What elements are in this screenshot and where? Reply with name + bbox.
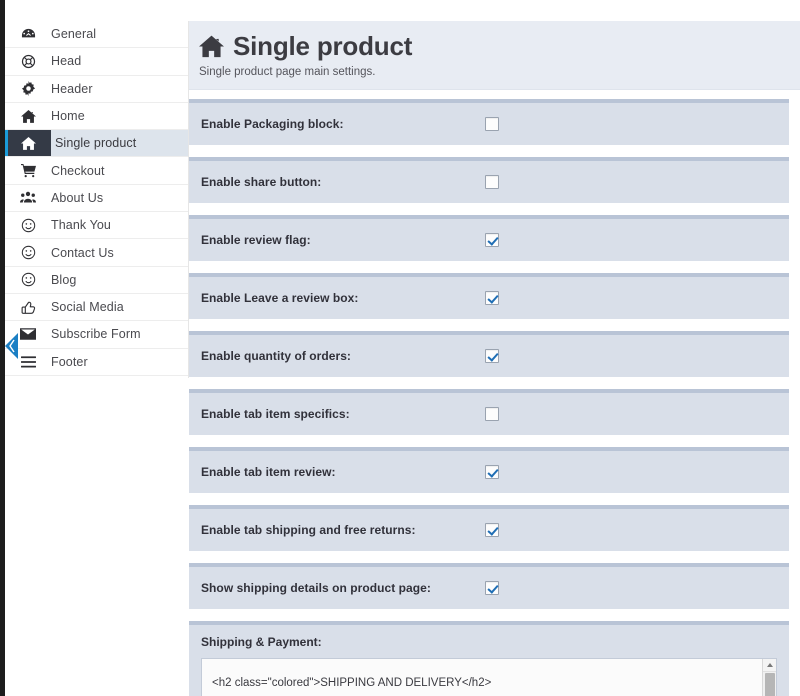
setting-row-review-flag: Enable review flag: [189,215,789,261]
setting-row-tab-item-review: Enable tab item review: [189,447,789,493]
setting-control [485,175,499,189]
setting-control [485,117,499,131]
setting-row-show-shipping-details: Show shipping details on product page: [189,563,789,609]
cart-icon [5,157,51,183]
sidebar-item-social-media[interactable]: Social Media [5,294,188,321]
sidebar-item-blog[interactable]: Blog [5,267,188,294]
page-subtitle: Single product page main settings. [199,66,800,78]
enable-packaging-block-checkbox[interactable] [485,117,499,131]
sidebar-item-general[interactable]: General [5,21,188,48]
page-title-text: Single product [233,33,412,59]
home-icon [5,130,51,156]
enable-share-button-checkbox[interactable] [485,175,499,189]
sidebar-item-thank-you[interactable]: Thank You [5,212,188,239]
home-icon [5,103,51,129]
sidebar-item-contact-us[interactable]: Contact Us [5,239,188,266]
setting-label: Enable quantity of orders: [189,349,485,363]
page-header: Single product Single product page main … [189,21,800,90]
sidebar: General Head Header [5,21,189,378]
setting-label: Enable review flag: [189,233,485,247]
enable-review-flag-checkbox[interactable] [485,233,499,247]
sidebar-item-label: Single product [51,136,136,150]
sidebar-item-head[interactable]: Head [5,48,188,75]
sidebar-item-header[interactable]: Header [5,76,188,103]
enable-tab-shipping-and-free-returns-checkbox[interactable] [485,523,499,537]
setting-row-tab-item-specifics: Enable tab item specifics: [189,389,789,435]
sidebar-item-label: Subscribe Form [51,327,141,341]
gear-icon [5,76,51,102]
scrollbar-thumb[interactable] [765,673,775,696]
enable-quantity-of-orders-checkbox[interactable] [485,349,499,363]
main-content: Single product Single product page main … [189,21,800,696]
sidebar-item-label: Blog [51,273,76,287]
setting-label: Enable Packaging block: [189,117,485,131]
sidebar-item-label: Checkout [51,164,105,178]
sidebar-item-footer[interactable]: Footer [5,349,188,376]
textarea-scrollbar[interactable] [762,659,776,696]
thumbs-up-icon [5,294,51,320]
sidebar-item-label: Head [51,54,81,68]
setting-row-packaging-block: Enable Packaging block: [189,99,789,145]
sidebar-item-subscribe-form[interactable]: Subscribe Form [5,321,188,348]
setting-control [485,233,499,247]
sidebar-item-home[interactable]: Home [5,103,188,130]
sidebar-item-label: Contact Us [51,246,114,260]
setting-row-share-button: Enable share button: [189,157,789,203]
setting-row-quantity-of-orders: Enable quantity of orders: [189,331,789,377]
users-icon [5,185,51,211]
setting-label: Enable tab item specifics: [189,407,485,421]
sidebar-item-label: Social Media [51,300,124,314]
sidebar-item-single-product[interactable]: Single product [5,130,188,157]
shipping-payment-textarea[interactable]: <h2 class="colored">SHIPPING AND DELIVER… [201,658,777,696]
page-title: Single product [199,33,800,59]
show-shipping-details-on-product-page-checkbox[interactable] [485,581,499,595]
window-left-edge [0,0,5,696]
shipping-payment-label: Shipping & Payment: [201,635,777,649]
sidebar-collapse-toggle[interactable] [5,333,18,359]
enable-tab-item-specifics-checkbox[interactable] [485,407,499,421]
sidebar-item-label: Thank You [51,218,111,232]
setting-control [485,581,499,595]
setting-row-tab-shipping-free-returns: Enable tab shipping and free returns: [189,505,789,551]
setting-row-shipping-payment: Shipping & Payment: <h2 class="colored">… [189,621,789,696]
settings-list: Enable Packaging block: Enable share but… [189,90,800,696]
enable-tab-item-review-checkbox[interactable] [485,465,499,479]
dashboard-icon [5,21,51,47]
setting-label: Enable Leave a review box: [189,291,485,305]
lifebuoy-icon [5,48,51,74]
setting-control [485,349,499,363]
smiley-icon [5,212,51,238]
sidebar-item-label: Home [51,109,85,123]
settings-window: General Head Header [0,0,800,696]
setting-control [485,523,499,537]
setting-control [485,291,499,305]
chevron-left-icon [5,333,18,359]
setting-label: Enable tab shipping and free returns: [189,523,485,537]
scroll-up-arrow-icon[interactable] [763,659,776,672]
sidebar-item-label: Footer [51,355,88,369]
sidebar-item-label: General [51,27,96,41]
enable-leave-a-review-box-checkbox[interactable] [485,291,499,305]
smiley-icon [5,239,51,265]
setting-control [485,407,499,421]
setting-label: Enable share button: [189,175,485,189]
sidebar-item-checkout[interactable]: Checkout [5,157,188,184]
setting-label: Enable tab item review: [189,465,485,479]
sidebar-item-label: About Us [51,191,103,205]
setting-row-leave-a-review-box: Enable Leave a review box: [189,273,789,319]
shipping-payment-value[interactable]: <h2 class="colored">SHIPPING AND DELIVER… [202,659,776,696]
setting-label: Show shipping details on product page: [189,581,485,595]
sidebar-item-label: Header [51,82,93,96]
setting-control [485,465,499,479]
smiley-icon [5,267,51,293]
sidebar-item-about-us[interactable]: About Us [5,185,188,212]
home-icon [199,34,224,59]
